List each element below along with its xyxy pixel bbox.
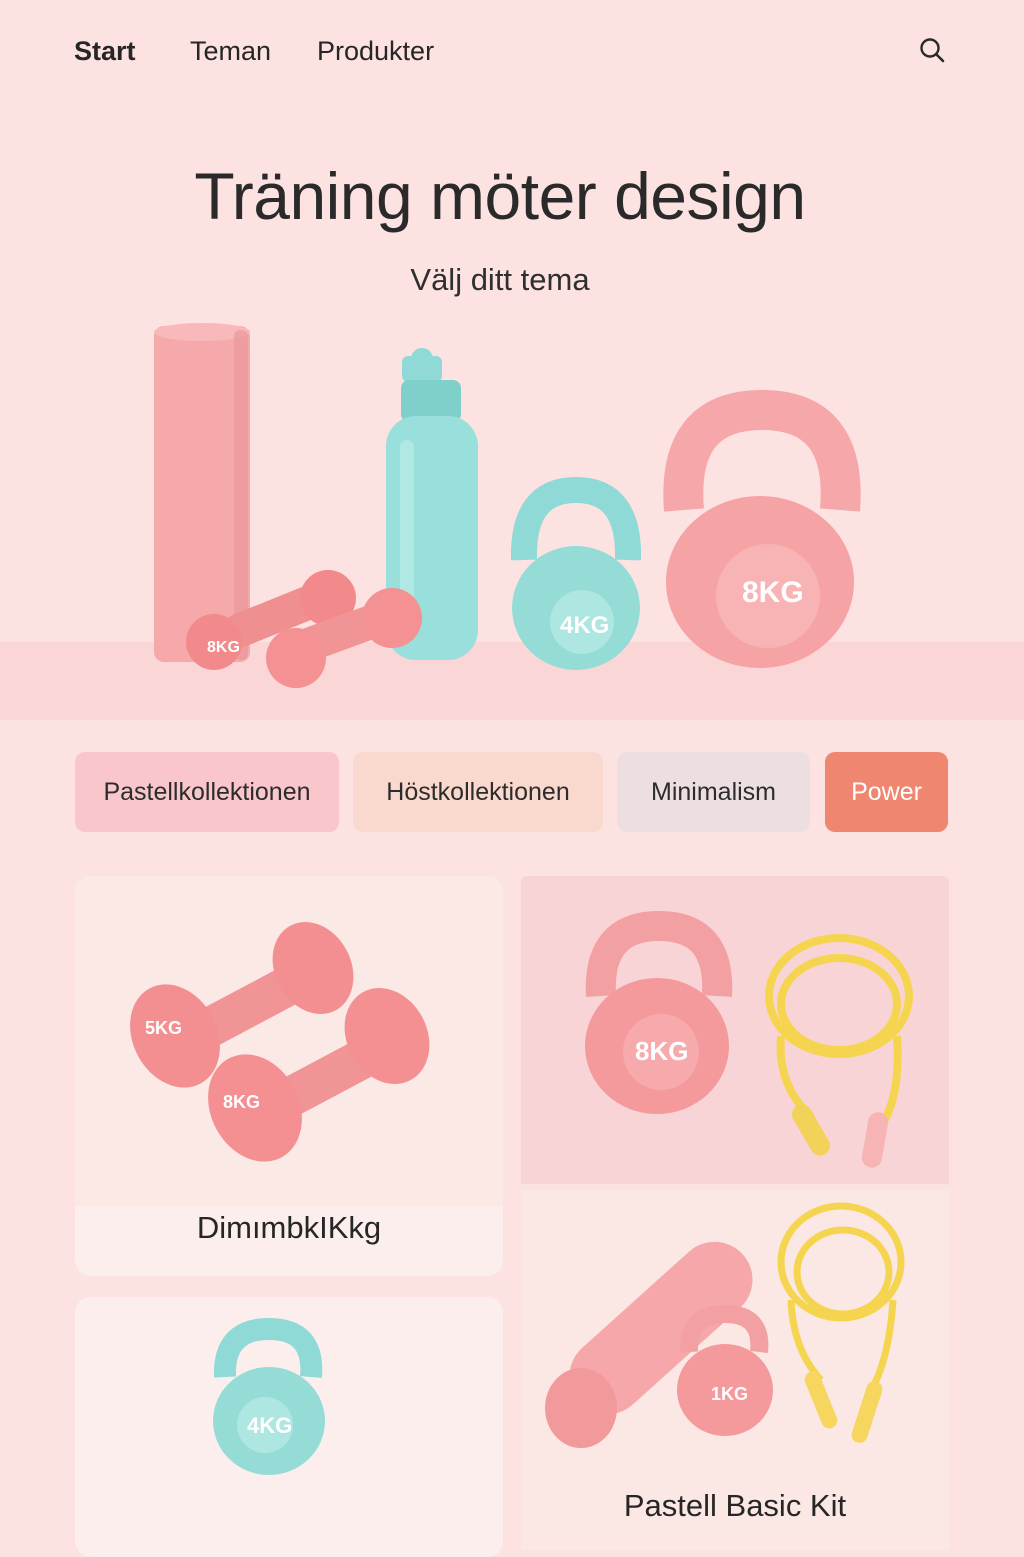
dumbbells-image: 5KG 8KG [75,876,503,1206]
theme-chip-pastell[interactable]: Pastellkollektionen [75,752,339,832]
theme-chip-power[interactable]: Power [825,752,948,832]
kettlebell-icon: 4KG [213,1317,325,1475]
product-card-kettlebell-rope[interactable]: 8KG [521,876,949,1184]
hero-kettlebell-large-weight: 8KG [742,576,804,609]
kettlebell-small-icon: 4KG [510,476,642,670]
product-card-kettlebell-mint[interactable]: 4KG [75,1297,503,1557]
nav-start[interactable]: Start [74,36,136,67]
kettlebell-rope-image: 8KG [585,910,913,1168]
card-dumbbell-weight-1: 5KG [145,1018,182,1038]
hero-title: Träning möter design [194,159,806,233]
hero-image: 8KG 4KG 8KG [0,323,1024,720]
theme-chip-host[interactable]: Höstkollektionen [353,752,603,832]
yoga-mat-icon [154,323,250,662]
jump-rope-icon [777,1202,905,1392]
hero-dumbbell-weight: 8KG [207,639,240,656]
hero-kettlebell-small-weight: 4KG [560,612,609,639]
product-label: Pastell Basic Kit [623,1488,847,1523]
nav-teman[interactable]: Teman [190,36,271,67]
jump-rope-icon [765,934,913,1129]
top-nav: Start Teman Produkter [0,0,1024,104]
hero-subtitle: Välj ditt tema [410,262,590,297]
product-label: DimımbkIKkg [196,1210,382,1245]
card-kettlebell-mint-weight: 4KG [247,1413,292,1438]
kettlebell-icon: 8KG [585,910,733,1114]
search-icon [920,38,945,63]
kettlebell-icon: 1KG [677,1304,773,1436]
theme-chip-minimalism[interactable]: Minimalism [617,752,810,832]
hero-floor [0,642,1024,720]
card-kettlebell-weight: 8KG [635,1036,688,1066]
product-card-basic-kit[interactable]: 1KG Pastell Basic Kit [521,1190,949,1550]
card-kit-kettlebell-weight: 1KG [711,1384,748,1404]
basic-kit-image: 1KG [545,1202,905,1448]
kettlebell-large-icon: 8KG [663,389,861,668]
nav-produkter[interactable]: Produkter [317,36,434,67]
kettlebell-mint-image: 4KG [213,1317,325,1475]
card-dumbbell-weight-2: 8KG [223,1092,260,1112]
search-button[interactable] [914,32,950,68]
product-card-dumbbells[interactable]: 5KG 8KG DimımbkIKkg [75,876,503,1276]
